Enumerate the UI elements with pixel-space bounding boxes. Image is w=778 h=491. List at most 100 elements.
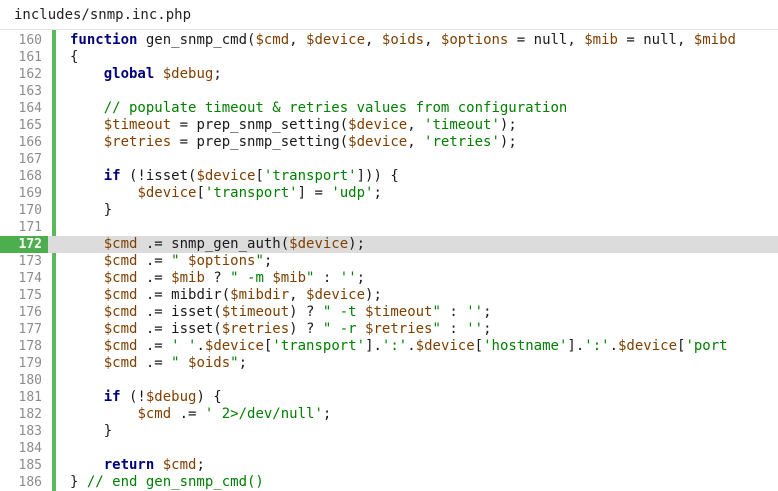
code-line[interactable]: 185 return $cmd; <box>0 457 778 474</box>
code-line[interactable]: 166 $retries = prep_snmp_setting($device… <box>0 134 778 151</box>
code-token: .= snmp_gen_auth( <box>137 236 290 252</box>
code-token: $mib <box>171 270 205 286</box>
code-token: ])) { <box>356 168 399 184</box>
code-line[interactable]: 175 $cmd .= mibdir($mibdir, $device); <box>0 287 778 304</box>
code-token: 'transport' <box>204 185 298 201</box>
code-token: $cmd <box>103 321 138 337</box>
code-token: .= <box>137 355 172 371</box>
code-viewer[interactable]: 160 function gen_snmp_cmd($cmd, $device, … <box>0 30 778 491</box>
code-token: 'transport' <box>263 168 357 184</box>
code-line[interactable]: 180 <box>0 372 778 389</box>
code-token: " <box>432 321 441 337</box>
code-token: $mibd <box>693 32 736 48</box>
code-line[interactable]: 181 if (!$debug) { <box>0 389 778 406</box>
code-line[interactable]: 174 $cmd .= $mib ? " -m $mib" : ''; <box>0 270 778 287</box>
line-number[interactable]: 176 <box>0 304 42 321</box>
line-number[interactable]: 181 <box>0 389 42 406</box>
code-text: function gen_snmp_cmd($cmd, $device, $oi… <box>70 32 736 49</box>
code-line[interactable]: 160 function gen_snmp_cmd($cmd, $device, … <box>0 32 778 49</box>
file-header: includes/snmp.inc.php <box>0 0 778 30</box>
line-number[interactable]: 169 <box>0 185 42 202</box>
code-line[interactable]: 168 if (!isset($device['transport'])) { <box>0 168 778 185</box>
line-number[interactable]: 161 <box>0 49 42 66</box>
code-line[interactable]: 165 $timeout = prep_snmp_setting($device… <box>0 117 778 134</box>
line-number[interactable]: 177 <box>0 321 42 338</box>
code-token: } <box>70 474 87 490</box>
line-number[interactable]: 163 <box>0 83 42 100</box>
code-line[interactable]: 182 $cmd .= ' 2>/dev/null'; <box>0 406 778 423</box>
code-token: $device <box>415 338 475 354</box>
line-number[interactable]: 172 <box>0 236 48 253</box>
code-token: $device <box>618 338 678 354</box>
line-number[interactable]: 167 <box>0 151 42 168</box>
code-line[interactable]: 183 } <box>0 423 778 440</box>
code-token: .= <box>137 253 172 269</box>
code-line-active[interactable]: 172 $cmd .= snmp_gen_auth($device); <box>0 236 778 253</box>
code-text: $cmd .= isset($retries) ? " -r $retries"… <box>70 321 492 338</box>
line-number[interactable]: 175 <box>0 287 42 304</box>
code-token: " -m <box>230 270 273 286</box>
code-token: ; <box>238 355 248 371</box>
line-number[interactable]: 183 <box>0 423 42 440</box>
code-line[interactable]: 164 // populate timeout & retries values… <box>0 100 778 117</box>
code-line[interactable]: 184 <box>0 440 778 457</box>
code-token: $cmd <box>103 253 138 269</box>
code-token: " <box>171 355 189 371</box>
line-number[interactable]: 174 <box>0 270 42 287</box>
line-number[interactable]: 180 <box>0 372 42 389</box>
line-number[interactable]: 168 <box>0 168 42 185</box>
code-line[interactable]: 176 $cmd .= isset($timeout) ? " -t $time… <box>0 304 778 321</box>
line-number[interactable]: 179 <box>0 355 42 372</box>
code-line[interactable]: 173 $cmd .= " $options"; <box>0 253 778 270</box>
line-number[interactable]: 164 <box>0 100 42 117</box>
code-text: $cmd .= ' '.$device['transport'].':'.$de… <box>70 338 728 355</box>
code-token: $cmd <box>103 355 138 371</box>
code-line[interactable]: 177 $cmd .= isset($retries) ? " -r $retr… <box>0 321 778 338</box>
code-token: ) ? <box>289 321 323 337</box>
code-text: $cmd .= " $options"; <box>70 253 273 270</box>
code-token: } <box>70 423 113 439</box>
code-token: global <box>103 66 155 82</box>
code-token: . <box>196 338 205 354</box>
code-token: : <box>440 321 467 337</box>
line-number[interactable]: 185 <box>0 457 42 474</box>
line-number[interactable]: 165 <box>0 117 42 134</box>
code-line[interactable]: 167 <box>0 151 778 168</box>
line-number[interactable]: 173 <box>0 253 42 270</box>
code-token: " <box>432 304 441 320</box>
code-line[interactable]: 163 <box>0 83 778 100</box>
code-token: ]. <box>567 338 585 354</box>
line-number[interactable]: 162 <box>0 66 42 83</box>
code-token: ; <box>356 270 366 286</box>
code-token: $device <box>306 287 366 303</box>
code-token: ; <box>322 406 332 422</box>
line-number[interactable]: 160 <box>0 32 42 49</box>
code-line[interactable]: 170 } <box>0 202 778 219</box>
line-number[interactable]: 184 <box>0 440 42 457</box>
code-line[interactable]: 162 global $debug; <box>0 66 778 83</box>
code-line[interactable]: 169 $device['transport'] = 'udp'; <box>0 185 778 202</box>
line-number[interactable]: 182 <box>0 406 42 423</box>
code-line[interactable]: 186} // end gen_snmp_cmd() <box>0 474 778 491</box>
code-line[interactable]: 178 $cmd .= ' '.$device['transport'].':'… <box>0 338 778 355</box>
code-token: // end gen_snmp_cmd() <box>86 474 264 490</box>
line-number[interactable]: 186 <box>0 474 42 491</box>
code-line[interactable]: 171 <box>0 219 778 236</box>
line-number[interactable]: 178 <box>0 338 42 355</box>
line-number[interactable]: 170 <box>0 202 42 219</box>
code-token: $device <box>348 134 408 150</box>
code-token: return <box>103 457 155 473</box>
code-token: 'port <box>685 338 728 354</box>
code-token: $cmd <box>103 304 138 320</box>
code-line[interactable]: 161 { <box>0 49 778 66</box>
code-text: $cmd .= mibdir($mibdir, $device); <box>70 287 382 304</box>
code-line[interactable]: 179 $cmd .= " $oids"; <box>0 355 778 372</box>
code-text: $device['transport'] = 'udp'; <box>70 185 381 202</box>
line-number[interactable]: 171 <box>0 219 42 236</box>
line-number[interactable]: 166 <box>0 134 42 151</box>
